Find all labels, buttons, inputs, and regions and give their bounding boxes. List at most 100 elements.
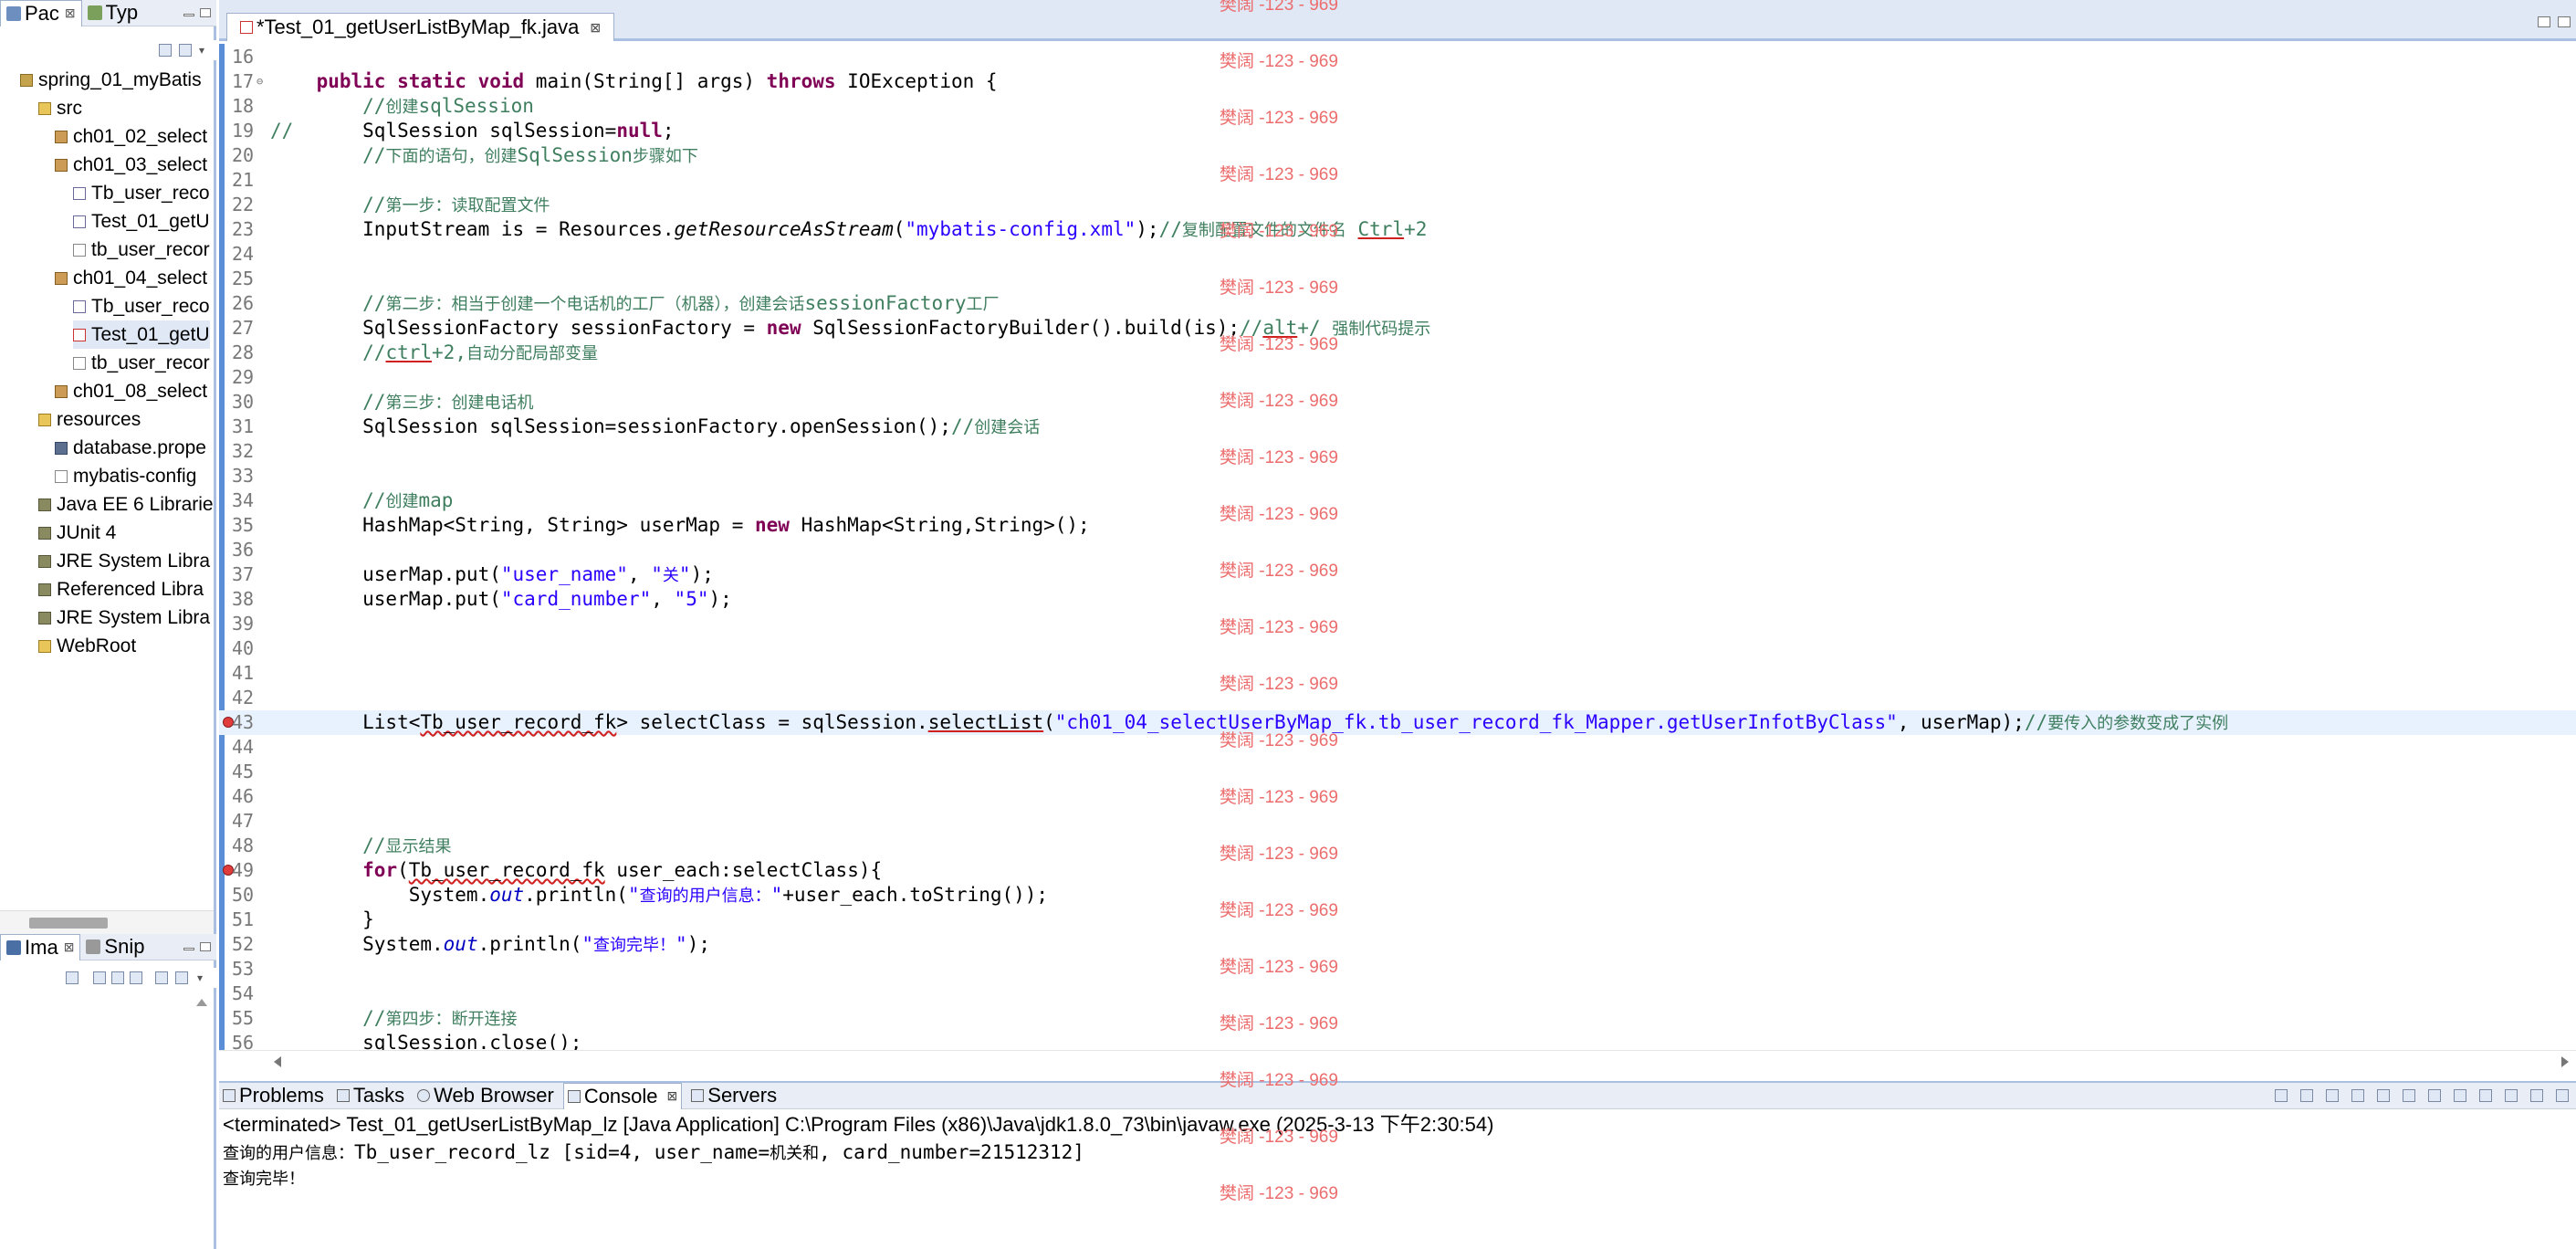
code-line[interactable]: 37 userMap.put("user_name", "关"); [219, 562, 2576, 587]
terminate-icon[interactable] [2275, 1089, 2288, 1102]
code-line[interactable]: 55 //第四步：断开连接 [219, 1006, 2576, 1031]
code-line[interactable]: 38 userMap.put("card_number", "5"); [219, 587, 2576, 612]
clear-console-icon[interactable] [2377, 1089, 2390, 1102]
collapse-all-icon[interactable] [159, 44, 172, 57]
code-editor[interactable]: 16 17 ⊖ public static void main(String[] a… [219, 44, 2576, 1050]
tab-image[interactable]: Ima ⊠ [0, 933, 81, 960]
tree-item[interactable]: mybatis-config [55, 462, 196, 490]
code-line[interactable]: 25 [219, 267, 2576, 291]
minimize-icon[interactable] [183, 948, 194, 950]
tree-item[interactable]: JRE System Libra [38, 547, 210, 575]
tree-item[interactable]: ch01_03_select [55, 151, 207, 179]
scrollbar-thumb[interactable] [29, 918, 108, 929]
code-line[interactable]: 41 [219, 661, 2576, 686]
tree-item[interactable]: tb_user_recor [73, 349, 210, 377]
code-line[interactable]: 44 [219, 735, 2576, 760]
fold-toggle-icon[interactable]: ⊖ [257, 69, 263, 94]
code-line[interactable]: 18 //创建sqlSession [219, 94, 2576, 119]
tree-horizontal-scrollbar[interactable] [0, 910, 214, 934]
code-line[interactable]: 34 //创建map [219, 488, 2576, 513]
tab-package-explorer[interactable]: Pac ⊠ [0, 0, 82, 26]
image-tool-icon[interactable] [66, 971, 79, 984]
maximize-icon[interactable] [2556, 1089, 2569, 1102]
image-view-scrollbar[interactable] [194, 995, 210, 1242]
scroll-up-icon[interactable] [196, 999, 207, 1006]
image-tool-icon[interactable] [93, 971, 106, 984]
console-output[interactable]: 查询的用户信息：Tb_user_record_lz [sid=4, user_n… [223, 1139, 2569, 1191]
code-line[interactable]: 52 System.out.println("查询完毕！"); [219, 932, 2576, 957]
close-icon[interactable]: ⊠ [667, 1088, 678, 1104]
tree-item[interactable]: Java EE 6 Librarie [38, 490, 214, 519]
tree-item[interactable]: Referenced Libra [38, 575, 204, 604]
code-line[interactable]: 23 InputStream is = Resources.getResourc… [219, 217, 2576, 242]
code-line[interactable]: 17 ⊖ public static void main(String[] arg… [219, 69, 2576, 94]
code-line[interactable]: 36 [219, 538, 2576, 562]
code-line[interactable]: 54 [219, 981, 2576, 1006]
code-line[interactable]: 28 //ctrl+2,自动分配局部变量 [219, 341, 2576, 365]
zoom-out-icon[interactable] [111, 971, 124, 984]
close-icon[interactable]: ⊠ [64, 939, 75, 955]
code-line[interactable]: 39 [219, 612, 2576, 636]
tree-item[interactable]: JRE System Libra [38, 604, 210, 632]
scroll-left-icon[interactable] [274, 1056, 281, 1067]
code-line[interactable]: 27 SqlSessionFactory sessionFactory = ne… [219, 316, 2576, 341]
remove-launch-icon[interactable] [2300, 1089, 2313, 1102]
open-console-icon[interactable] [2505, 1089, 2518, 1102]
tab-snippets[interactable]: Snip [80, 934, 150, 960]
tree-item[interactable]: ch01_04_select [55, 264, 207, 292]
code-line[interactable]: 35 HashMap<String, String> userMap = new… [219, 513, 2576, 538]
code-line[interactable]: 31 SqlSession sqlSession=sessionFactory.… [219, 415, 2576, 439]
code-line[interactable]: 29 [219, 365, 2576, 390]
pin-console-icon[interactable] [2454, 1089, 2466, 1102]
code-line[interactable]: 50 System.out.println("查询的用户信息："+user_ea… [219, 883, 2576, 908]
tab-console[interactable]: Console ⊠ [562, 1082, 683, 1109]
editor-tab[interactable]: *Test_01_getUserListByMap_fk.java ⊠ [226, 13, 615, 41]
tree-item[interactable]: Tb_user_reco [73, 179, 210, 207]
code-line[interactable]: 30 //第三步：创建电话机 [219, 390, 2576, 415]
code-line[interactable]: 24 [219, 242, 2576, 267]
code-line[interactable]: 16 [219, 45, 2576, 69]
tab-web-browser[interactable]: Web Browser [414, 1083, 558, 1109]
tab-servers[interactable]: Servers [687, 1083, 780, 1109]
zoom-in-icon[interactable] [130, 971, 142, 984]
minimize-icon[interactable] [183, 14, 194, 16]
tab-type-hierarchy[interactable]: Typ [82, 0, 143, 26]
tree-item[interactable]: JUnit 4 [38, 519, 116, 547]
maximize-icon[interactable] [200, 942, 211, 951]
close-icon[interactable]: ⊠ [590, 20, 601, 36]
code-line[interactable]: 45 [219, 760, 2576, 784]
remove-all-icon[interactable] [2326, 1089, 2339, 1102]
tab-problems[interactable]: Problems [219, 1083, 328, 1109]
code-line[interactable]: 48 //显示结果 [219, 834, 2576, 858]
code-line[interactable]: 51 } [219, 908, 2576, 932]
minimize-icon[interactable] [2530, 1089, 2543, 1102]
code-line[interactable]: 56 sqlSession.close(); [219, 1031, 2576, 1050]
tab-tasks[interactable]: Tasks [333, 1083, 408, 1109]
tree-item[interactable]: database.prope [55, 434, 206, 462]
tree-item[interactable]: ch01_02_select [55, 122, 207, 151]
code-line[interactable]: 40 [219, 636, 2576, 661]
tree-item[interactable]: WebRoot [38, 632, 136, 660]
editor-horizontal-scrollbar[interactable] [219, 1050, 2576, 1072]
tree-item[interactable]: src [38, 94, 82, 122]
code-line[interactable]: 21 [219, 168, 2576, 193]
maximize-icon[interactable] [2558, 16, 2571, 27]
tree-item[interactable]: tb_user_recor [73, 236, 210, 264]
code-line[interactable]: 32 [219, 439, 2576, 464]
code-line[interactable]: 22 //第一步：读取配置文件 [219, 193, 2576, 217]
scroll-lock-icon[interactable] [2403, 1089, 2415, 1102]
code-line[interactable]: 43 List<Tb_user_record_fk> selectClass =… [219, 710, 2576, 735]
scroll-right-icon[interactable] [2561, 1056, 2569, 1067]
minimize-icon[interactable] [2538, 16, 2550, 27]
code-line[interactable]: 53 [219, 957, 2576, 981]
actual-size-icon[interactable] [175, 971, 188, 984]
tree-item[interactable]: ch01_08_select [55, 377, 207, 405]
close-icon[interactable]: ⊠ [65, 5, 76, 21]
tree-item[interactable]: resources [38, 405, 141, 434]
tree-item[interactable]: spring_01_myBatis [20, 66, 202, 94]
fit-icon[interactable] [155, 971, 168, 984]
code-line[interactable]: 33 [219, 464, 2576, 488]
copy-icon[interactable] [2351, 1089, 2364, 1102]
code-line[interactable]: 26 //第二步：相当于创建一个电话机的工厂（机器），创建会话sessionFa… [219, 291, 2576, 316]
code-line[interactable]: 19 // SqlSession sqlSession=null; [219, 119, 2576, 143]
